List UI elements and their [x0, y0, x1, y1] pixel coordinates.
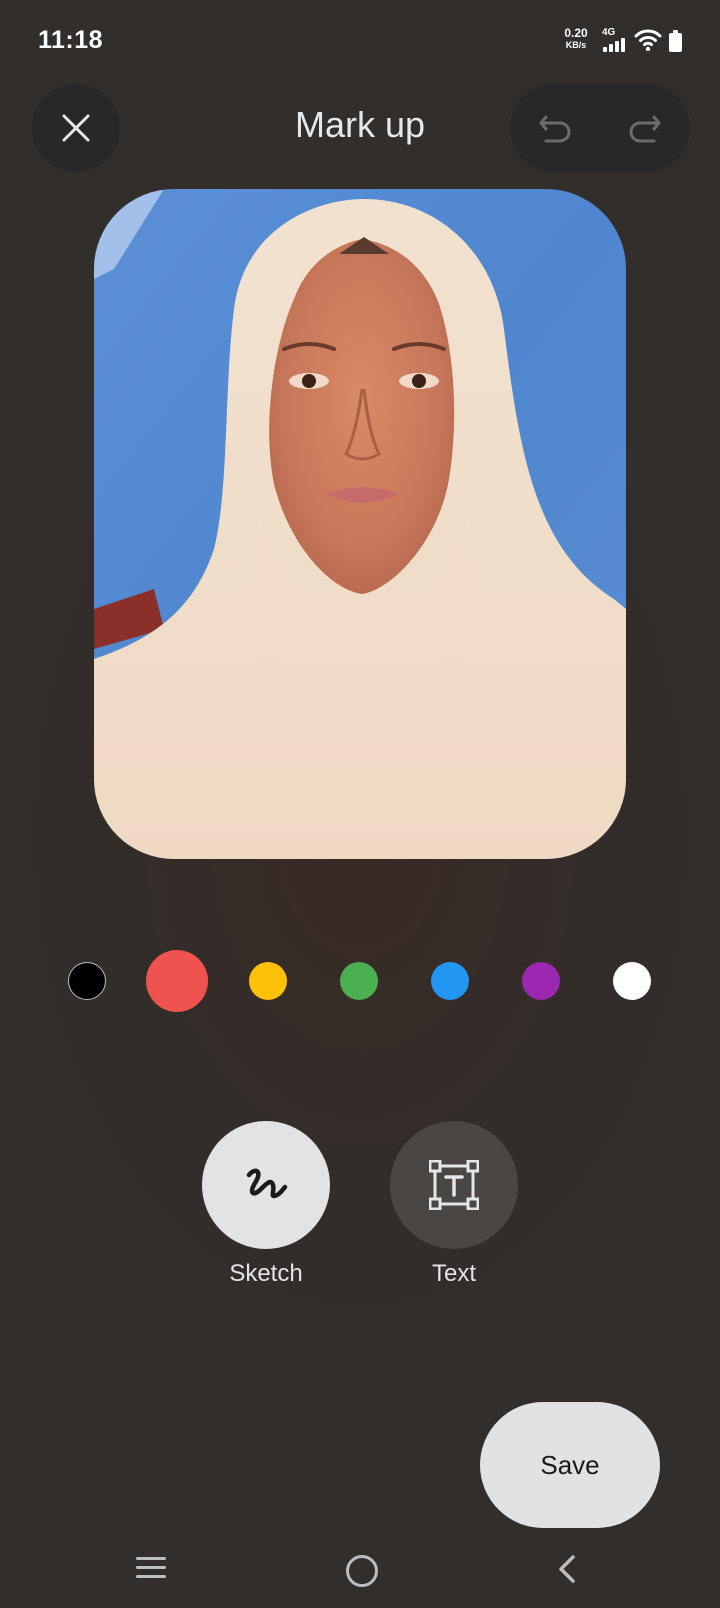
wifi-icon: [634, 28, 662, 52]
network-speed-value: 0.20: [564, 26, 588, 40]
network-type: 4G: [602, 27, 616, 38]
markup-photo[interactable]: [94, 189, 626, 859]
page-title: Mark up: [294, 104, 426, 145]
color-swatch-blue[interactable]: [431, 962, 469, 1000]
save-button[interactable]: Save: [480, 1402, 660, 1528]
network-speed: 0.20 KB/s: [560, 27, 592, 51]
close-button[interactable]: [32, 84, 120, 172]
text-tool-button[interactable]: [390, 1121, 518, 1249]
color-palette: [0, 950, 720, 1012]
redo-button[interactable]: [616, 100, 672, 156]
undo-icon: [539, 115, 571, 143]
redo-icon: [629, 115, 661, 143]
status-time: 11:18: [38, 26, 104, 54]
undo-redo-group: [510, 84, 690, 172]
sketch-tool-button[interactable]: [202, 1121, 330, 1249]
color-swatch-green[interactable]: [340, 962, 378, 1000]
color-swatch-red[interactable]: [146, 950, 208, 1012]
back-icon[interactable]: [555, 1553, 579, 1585]
signal-icon: [603, 38, 629, 52]
text-tool-label: Text: [431, 1260, 476, 1287]
color-swatch-purple[interactable]: [522, 962, 560, 1000]
undo-button[interactable]: [528, 100, 584, 156]
sketch-icon: [246, 1168, 288, 1199]
home-icon[interactable]: [346, 1555, 378, 1587]
network-speed-unit: KB/s: [565, 40, 587, 50]
menu-icon[interactable]: [136, 1555, 168, 1581]
text-box-icon: [429, 1160, 479, 1210]
sketch-tool-label: Sketch: [229, 1260, 303, 1287]
color-swatch-yellow[interactable]: [249, 962, 287, 1000]
status-bar: 11:18 0.20 KB/s 4G: [0, 0, 720, 80]
battery-icon: [669, 30, 682, 52]
close-icon: [62, 114, 90, 142]
color-swatch-white[interactable]: [613, 962, 651, 1000]
color-swatch-black[interactable]: [68, 962, 106, 1000]
